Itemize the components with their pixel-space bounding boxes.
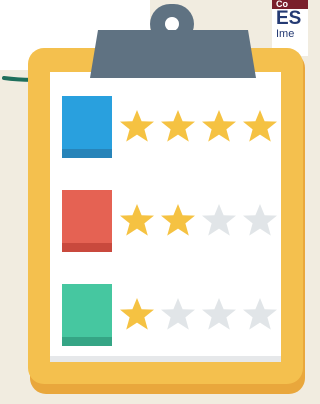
book-cover xyxy=(62,284,112,337)
rating-row-2 xyxy=(62,190,282,252)
book-spine xyxy=(62,243,112,252)
star-empty-icon xyxy=(202,298,236,330)
star-empty-icon xyxy=(243,204,277,236)
star-empty-icon xyxy=(243,298,277,330)
clipboard-rating-illustration: Co ES Ime xyxy=(0,0,308,404)
rating-row-3 xyxy=(62,284,282,346)
star-filled-icon xyxy=(202,110,236,142)
book-cover xyxy=(62,190,112,243)
star-filled-icon xyxy=(161,110,195,142)
book-icon xyxy=(62,96,112,158)
star-filled-icon xyxy=(120,110,154,142)
book-spine xyxy=(62,337,112,346)
clip-icon xyxy=(90,4,256,78)
star-filled-icon xyxy=(120,298,154,330)
book-icon xyxy=(62,284,112,346)
star-filled-icon xyxy=(243,110,277,142)
rating-row-1 xyxy=(62,96,282,158)
star-rating xyxy=(118,296,282,334)
star-filled-icon xyxy=(120,204,154,236)
star-empty-icon xyxy=(161,298,195,330)
star-rating xyxy=(118,202,282,240)
book-cover xyxy=(62,96,112,149)
book-spine xyxy=(62,149,112,158)
star-filled-icon xyxy=(161,204,195,236)
star-rating xyxy=(118,108,282,146)
book-icon xyxy=(62,190,112,252)
star-empty-icon xyxy=(202,204,236,236)
